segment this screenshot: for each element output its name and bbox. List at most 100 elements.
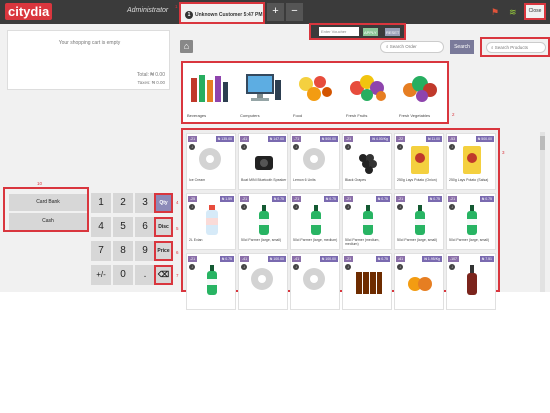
remove-tab-button[interactable]: − [286, 3, 303, 21]
product-card[interactable]: -41 ₦ 1.95/Kg ↓ [394, 253, 444, 310]
product-scrollbar[interactable] [540, 132, 545, 292]
card-bank-button[interactable]: Card Bank [9, 194, 87, 211]
discount-badge: -21 [396, 196, 406, 202]
add-tab-button[interactable]: + [267, 3, 284, 21]
discount-badge: -21 [188, 136, 198, 142]
category-computers[interactable]: Computers [238, 66, 286, 121]
info-icon[interactable]: ↓ [293, 144, 299, 150]
key-2[interactable]: 2 [113, 193, 133, 213]
apply-button[interactable]: APPLY [363, 28, 378, 36]
info-icon[interactable]: ↓ [293, 264, 299, 270]
product-name: Boat MINI Bluetooth Speaker [241, 178, 287, 182]
key-dot[interactable]: . [135, 265, 155, 285]
shopping-cart: Your shopping cart is empty Total: ₦ 0.0… [7, 30, 170, 90]
reset-button[interactable]: RESET [385, 28, 401, 36]
key-1[interactable]: 1 [91, 193, 111, 213]
info-icon[interactable]: ↓ [397, 144, 403, 150]
voucher-input[interactable]: Enter Voucher [319, 27, 359, 36]
info-icon[interactable]: ↓ [345, 204, 351, 210]
info-icon[interactable]: ↓ [397, 204, 403, 210]
product-card[interactable]: -21 ₦ 4.00/Kg ↓ Black Grapes [342, 133, 392, 190]
info-icon[interactable]: ↓ [345, 264, 351, 270]
key-7[interactable]: 7 [91, 241, 111, 261]
product-card[interactable]: -21 ₦ 0.75 ↓ 50cl Parmer (large, small) [394, 193, 444, 250]
marker-6: 6 [176, 250, 179, 255]
key-9[interactable]: 9 [135, 241, 155, 261]
info-icon[interactable]: ↓ [293, 204, 299, 210]
product-card[interactable]: -53 ₦ 500.00 ↓ 250g Lays Potato (Salsa) [446, 133, 496, 190]
rss-icon[interactable]: ≋ [509, 7, 517, 18]
info-icon[interactable]: ↓ [449, 204, 455, 210]
info-icon[interactable]: ↓ [241, 144, 247, 150]
scrollbar-thumb[interactable] [540, 136, 545, 150]
green-bottle-image [207, 265, 217, 295]
search-order-input[interactable]: ⌕ Search Order [380, 41, 444, 53]
marker-2: 2 [452, 112, 455, 117]
search-products-input[interactable]: ⌕ Search Products [486, 42, 546, 53]
info-icon[interactable]: ↓ [189, 144, 195, 150]
product-card[interactable]: -41 ₦ 100.00 ↓ [290, 253, 340, 310]
info-icon[interactable]: ↓ [241, 204, 247, 210]
key-0[interactable]: 0 [113, 265, 133, 285]
discount-badge: -22 [396, 136, 406, 142]
search-products-box: ⌕ Search Products [480, 37, 550, 57]
product-card[interactable]: -21 ₦ 0.75 ↓ 50cl Parmer (medium, medium) [342, 193, 392, 250]
price-badge: ₦ 0.75 [479, 196, 494, 202]
info-icon[interactable]: ↓ [189, 264, 195, 270]
key-6[interactable]: 6 [135, 217, 155, 237]
product-card[interactable]: -21 ₦ 0.75 ↓ 50cl Parmer (large, small) [446, 193, 496, 250]
key-4[interactable]: 4 [91, 217, 111, 237]
price-badge: ₦ 100.00 [267, 256, 286, 262]
product-card[interactable]: -21 ₦ 0.75 ↓ 50cl Parmer (large, small) [238, 193, 288, 250]
discount-badge: -41 [396, 256, 406, 262]
placeholder-camera-icon [251, 268, 273, 290]
payment-methods: Card Bank Cash [3, 187, 89, 232]
price-badge: ₦ 4.00/Kg [370, 136, 390, 142]
product-card[interactable]: -25 ₦ 1.59 ↓ 2L Evian [186, 193, 236, 250]
key-plus-minus[interactable]: +/- [91, 265, 111, 285]
key-8[interactable]: 8 [113, 241, 133, 261]
product-card[interactable]: -22 ₦ 11.00 ↓ 250g Lays Potato (Onion) [394, 133, 444, 190]
info-icon[interactable]: ↓ [189, 204, 195, 210]
water-bottle-image [206, 205, 218, 235]
close-button[interactable]: Close [524, 3, 546, 20]
app-logo: citydia [5, 3, 53, 20]
price-badge: ₦ 500.00 [319, 136, 338, 142]
category-fresh-vegetables[interactable]: Fresh Vegetables [397, 66, 445, 121]
tab-customer[interactable]: 1 Unknown Customer 5:47 PM [179, 2, 265, 24]
product-card[interactable]: -21 ₦ 0.75 ↓ [342, 253, 392, 310]
home-icon[interactable]: ⌂ [180, 40, 193, 53]
disc-button[interactable]: Disc [154, 217, 173, 237]
product-card[interactable]: -71 ₦ 500.00 ↓ Lemon 6 Units [290, 133, 340, 190]
product-card[interactable]: -21 ₦ 0.75 ↓ 50cl Parmer (large, medium) [290, 193, 340, 250]
key-5[interactable]: 5 [113, 217, 133, 237]
marker-1: 1 [175, 4, 178, 9]
key-3[interactable]: 3 [135, 193, 155, 213]
product-name: 50cl Parmer (large, small) [449, 238, 490, 242]
info-icon[interactable]: ↓ [397, 264, 403, 270]
product-name: 50cl Parmer (medium, medium) [345, 238, 380, 246]
beverages-image [191, 75, 228, 102]
discount-badge: -21 [240, 196, 250, 202]
users-icon[interactable]: ⚑ [491, 7, 499, 18]
cash-button[interactable]: Cash [9, 213, 87, 230]
qty-button[interactable]: Qty [154, 193, 173, 213]
info-icon[interactable]: ↓ [449, 144, 455, 150]
backspace-button[interactable]: ⌫ [154, 265, 173, 285]
search-button[interactable]: Search [450, 40, 474, 54]
product-card[interactable]: -21 ₦ 0.75 ↓ [186, 253, 236, 310]
info-icon[interactable]: ↓ [241, 264, 247, 270]
product-card[interactable]: -41 ₦ 100.00 ↓ [238, 253, 288, 310]
cart-empty-text: Your shopping cart is empty [58, 40, 121, 46]
price-button[interactable]: Price [154, 241, 173, 261]
product-card[interactable]: -41 ₦ 147.00 ↓ Boat MINI Bluetooth Speaker [238, 133, 288, 190]
product-card[interactable]: -107 ₦ 7.51 ↓ [446, 253, 496, 310]
info-icon[interactable]: ↓ [345, 144, 351, 150]
category-list: Beverages Computers Food Fresh Fruits Fr… [181, 61, 449, 124]
product-card[interactable]: -21 ₦ 135.00 ↓ Ice Cream [186, 133, 236, 190]
category-label: Food [293, 113, 303, 118]
category-food[interactable]: Food [291, 66, 339, 121]
category-beverages[interactable]: Beverages [185, 66, 233, 121]
category-fresh-fruits[interactable]: Fresh Fruits [344, 66, 392, 121]
info-icon[interactable]: ↓ [449, 264, 455, 270]
